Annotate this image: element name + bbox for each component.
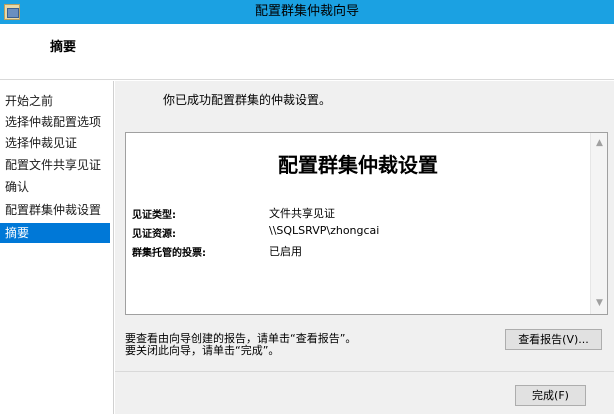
witness-type-label: 见证类型: xyxy=(132,210,176,221)
window-title: 配置群集仲裁向导 xyxy=(254,4,359,19)
witness-resource-value: \\SQLSRVP\zhongcai xyxy=(269,224,380,237)
main-panel: 你已成功配置群集的仲裁设置。 配置群集仲裁设置 见证类型: 文件共享见证 见证资… xyxy=(115,81,614,414)
cluster-managed-voting-label: 群集托管的投票: xyxy=(132,248,206,259)
cluster-wizard-icon xyxy=(4,4,20,20)
report-content: 配置群集仲裁设置 见证类型: 文件共享见证 见证资源: \\SQLSRVP\zh… xyxy=(126,133,590,314)
scroll-down-arrow-icon[interactable]: ▼ xyxy=(591,295,608,311)
finish-button[interactable]: 完成(F) xyxy=(515,385,586,406)
scroll-up-arrow-icon[interactable]: ▲ xyxy=(591,135,608,151)
sidebar-item-select-quorum-option[interactable]: 选择仲裁配置选项 xyxy=(0,112,110,132)
sidebar-item-configure-quorum-settings[interactable]: 配置群集仲裁设置 xyxy=(0,200,110,220)
footer-divider xyxy=(115,371,614,372)
report-view[interactable]: 配置群集仲裁设置 见证类型: 文件共享见证 见证资源: \\SQLSRVP\zh… xyxy=(125,132,608,315)
view-report-button[interactable]: 查看报告(V)... xyxy=(505,329,602,350)
page-title: 摘要 xyxy=(50,40,77,55)
sidebar-item-confirmation[interactable]: 确认 xyxy=(0,177,110,197)
wizard-header: 摘要 xyxy=(0,24,614,80)
witness-type-value: 文件共享见证 xyxy=(269,207,335,220)
sidebar-item-before-you-begin[interactable]: 开始之前 xyxy=(0,91,110,111)
sidebar-item-select-quorum-witness[interactable]: 选择仲裁见证 xyxy=(0,133,110,153)
sidebar-item-summary[interactable]: 摘要 xyxy=(0,223,110,243)
success-message: 你已成功配置群集的仲裁设置。 xyxy=(163,93,332,107)
report-scrollbar[interactable]: ▲ ▼ xyxy=(590,133,607,314)
cluster-managed-voting-value: 已启用 xyxy=(269,245,302,258)
wizard-steps-sidebar: 开始之前 选择仲裁配置选项 选择仲裁见证 配置文件共享见证 确认 配置群集仲裁设… xyxy=(0,81,114,414)
sidebar-item-configure-file-share-witness[interactable]: 配置文件共享见证 xyxy=(0,155,110,175)
finish-hint: 要关闭此向导，请单击“完成”。 xyxy=(125,344,280,357)
title-bar: 配置群集仲裁向导 xyxy=(0,0,614,24)
witness-resource-label: 见证资源: xyxy=(132,229,176,240)
report-title: 配置群集仲裁设置 xyxy=(278,153,438,177)
